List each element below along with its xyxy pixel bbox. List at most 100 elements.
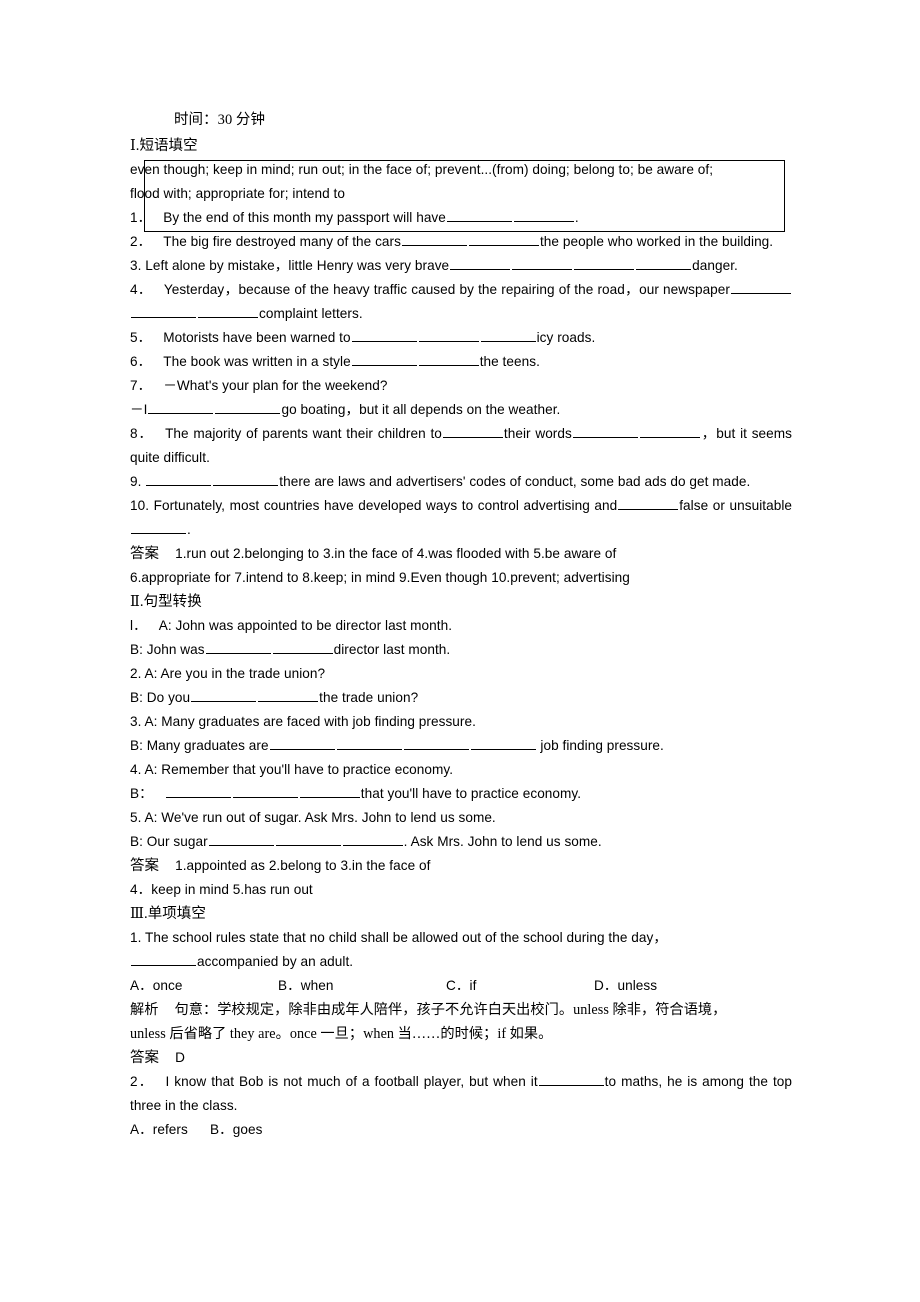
blank-field[interactable] [146,472,212,486]
blank-field[interactable] [636,256,692,270]
item-text: The book was written in a style [163,354,351,369]
exercise-item: 5． Motorists have been warned to icy roads… [130,326,792,350]
item-text: Yesterday，because of the heavy traffic c… [163,282,730,297]
option-key: B． [210,1122,233,1137]
item-text-tail: the teens. [479,354,540,369]
option-b[interactable]: B．goes [210,1118,262,1142]
blank-field[interactable] [418,352,479,366]
item-text-tail: accompanied by an adult. [197,954,354,969]
answer-text: 1.appointed as 2.belong to 3.in the face… [175,858,431,873]
blank-field[interactable] [131,952,196,966]
blank-field[interactable] [336,736,402,750]
option-row: A．refers B．goes [130,1118,792,1142]
blank-field[interactable] [213,472,279,486]
exercise-item: 3. A: Many graduates are faced with job … [130,710,792,734]
blank-field[interactable] [191,688,257,702]
phrase-bank-line-2: flood with; appropriate for; intend to [130,186,345,201]
item-text-tail: icy roads. [536,330,596,345]
blank-field[interactable] [538,1072,604,1086]
blank-field[interactable] [131,304,196,318]
option-row: A．once B．when C．if D．unless [130,974,792,998]
answer-text: 1.run out 2.belonging to 3.in the face o… [175,546,617,561]
answer-label: 答案 [130,858,160,874]
answer-label: 答案 [130,1050,160,1066]
blank-field[interactable] [165,784,231,798]
exercise-item: B: Many graduates are job finding pressu… [130,734,792,758]
blank-field[interactable] [450,256,511,270]
option-key: D． [594,978,618,993]
item-number: 5. [130,810,142,825]
item-text-tail: there are laws and advertisers' codes of… [279,474,751,489]
item-text: B： [130,786,153,801]
blank-field[interactable] [403,736,469,750]
option-a[interactable]: A．once [130,974,278,998]
option-d[interactable]: D．unless [594,974,657,998]
blank-field[interactable] [351,328,417,342]
item-text: A: Many graduates are faced with job fin… [144,714,476,729]
option-value: refers [152,1122,188,1137]
blank-field[interactable] [401,232,467,246]
blank-field[interactable] [513,208,574,222]
answer-label: 答案 [130,546,160,562]
item-number: 5． [130,330,152,345]
item-text-tail: . [574,210,579,225]
section-heading-2: Ⅱ.句型转换 [130,594,202,610]
blank-field[interactable] [351,352,417,366]
time-label-text: 时间：30 分钟 [174,112,266,128]
exercise-item: 5. A: We've run out of sugar. Ask Mrs. J… [130,806,792,830]
blank-field[interactable] [148,400,214,414]
exercise-item: 9. there are laws and advertisers' codes… [130,470,792,494]
item-text-tail: . [187,522,191,537]
option-value: if [469,978,477,993]
blank-field[interactable] [480,328,536,342]
option-a[interactable]: A．refers [130,1118,210,1142]
option-value: when [300,978,334,993]
blank-field[interactable] [618,496,679,510]
item-text-mid: false or unsuitable [679,498,792,513]
blank-field[interactable] [131,520,186,534]
exercise-item: accompanied by an adult. [130,950,792,974]
blank-field[interactable] [215,400,281,414]
item-text-tail: director last month. [333,642,451,657]
blank-field[interactable] [269,736,335,750]
blank-field[interactable] [418,328,479,342]
item-number: 3. [130,258,142,273]
blank-field[interactable] [272,640,333,654]
blank-field[interactable] [208,832,274,846]
item-text: B: Many graduates are [130,738,269,753]
blank-field[interactable] [342,832,403,846]
blank-field[interactable] [442,424,503,438]
blank-field[interactable] [574,256,635,270]
exercise-item: －I go boating，but it all depends on the w… [130,398,792,422]
item-text: By the end of this month my passport wil… [163,210,446,225]
option-b[interactable]: B．when [278,974,446,998]
option-c[interactable]: C．if [446,974,594,998]
blank-field[interactable] [275,832,341,846]
blank-field[interactable] [572,424,638,438]
exercise-item: B: John was director last month. [130,638,792,662]
blank-field[interactable] [258,688,319,702]
blank-field[interactable] [446,208,512,222]
item-number: 2． [130,1074,154,1089]
blank-field[interactable] [470,736,536,750]
blank-field[interactable] [232,784,298,798]
item-text-tail: the trade union? [319,690,419,705]
blank-field[interactable] [205,640,271,654]
blank-field[interactable] [639,424,700,438]
exercise-item: 8． The majority of parents want their chi… [130,422,792,470]
item-number: 8． [130,426,154,441]
item-text: －I [130,402,148,417]
option-key: C． [446,978,470,993]
item-number: 7． [130,378,152,393]
exercise-item: B: Do you the trade union? [130,686,792,710]
item-text: A: We've run out of sugar. Ask Mrs. John… [144,810,496,825]
blank-field[interactable] [468,232,539,246]
blank-field[interactable] [512,256,573,270]
blank-field[interactable] [299,784,360,798]
analysis-label: 解析 [130,1002,159,1018]
exercise-item: B： that you'll have to practice economy. [130,782,792,806]
item-number: 10. [130,498,150,513]
item-text: －What's your plan for the weekend? [163,378,388,393]
blank-field[interactable] [730,280,791,294]
blank-field[interactable] [198,304,258,318]
